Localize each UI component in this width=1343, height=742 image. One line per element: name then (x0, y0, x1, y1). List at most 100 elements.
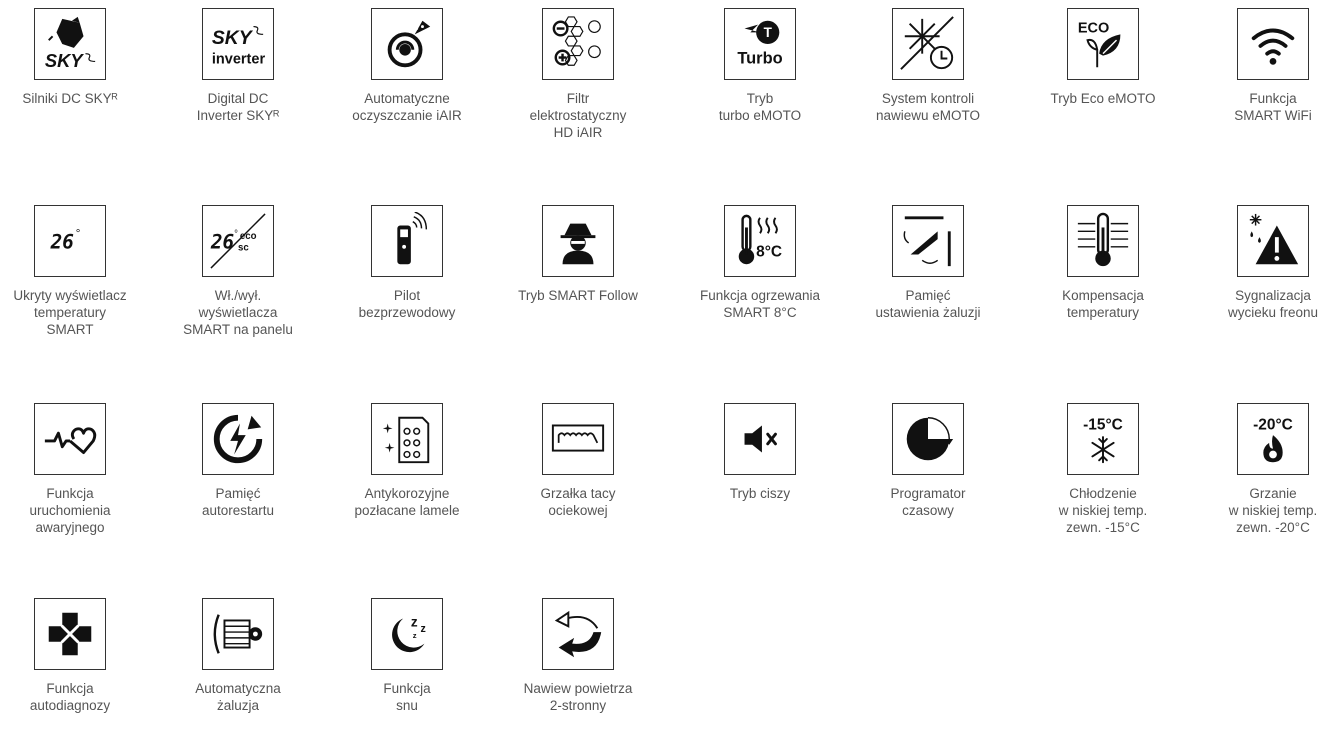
feature-tile: Funkcja uruchomienia awaryjnego (0, 403, 140, 536)
feature-icon-box (892, 205, 964, 277)
feature-caption: Funkcja autodiagnozy (29, 681, 111, 713)
svg-text:ECO: ECO (1078, 20, 1109, 36)
sky-dc-motor-icon: SKY (45, 16, 96, 71)
sky-logo-text: SKY (45, 50, 85, 71)
svg-text:8°C: 8°C (756, 243, 782, 260)
airflow-control-icon (900, 16, 954, 70)
feature-icon-box: -20°C (1237, 403, 1309, 475)
feature-tile: SKY Silniki DC SKYᴿ (0, 8, 140, 107)
feature-icon-box (371, 8, 443, 80)
feature-tile: Nawiew powietrza 2-stronny (508, 598, 648, 714)
auto-louver-icon (213, 614, 263, 654)
svg-text:inverter: inverter (212, 51, 266, 67)
feature-icon-box (724, 403, 796, 475)
feature-icon-box: SKY inverter (202, 8, 274, 80)
feature-tile: T Turbo Tryb turbo eMOTO (690, 8, 830, 124)
svg-text:z: z (411, 614, 418, 629)
svg-text:-20°C: -20°C (1253, 416, 1293, 433)
feature-tile: 8°C Funkcja ogrzewania SMART 8°C (690, 205, 830, 321)
feature-icon-box (542, 598, 614, 670)
svg-text:z: z (413, 631, 417, 640)
sleep-moon-icon: z z z (392, 614, 426, 653)
flame-low-temp-icon: -20°C (1253, 416, 1293, 463)
feature-tile: Pilot bezprzewodowy (337, 205, 477, 321)
feature-icon-box (892, 8, 964, 80)
electrostatic-filter-icon (552, 16, 601, 66)
feature-tile: -15°C Chłodzenie w niskiej temp. zewn. -… (1033, 403, 1173, 536)
feature-icon-box: z z z (371, 598, 443, 670)
heartbeat-icon (44, 427, 97, 454)
feature-caption: Tryb turbo eMOTO (718, 91, 802, 123)
feature-icon-box (34, 598, 106, 670)
svg-text:-15°C: -15°C (1083, 416, 1123, 433)
feature-tile: Pamięć ustawienia żaluzji (858, 205, 998, 321)
feature-icon-box: 26 ° eco sc (202, 205, 274, 277)
feature-tile: Antykorozyjne pozłacane lamele (337, 403, 477, 519)
svg-text:°: ° (234, 229, 238, 240)
self-diagnosis-icon (48, 612, 92, 656)
freon-leak-warning-icon (1249, 213, 1299, 265)
snowflake-low-temp-icon: -15°C (1083, 416, 1123, 464)
feature-tile: Automatyczne oczyszczanie iAIR (337, 8, 477, 124)
feature-icon-box: SKY (34, 8, 106, 80)
feature-icon-box: ECO (1067, 8, 1139, 80)
heating-8c-icon: 8°C (738, 214, 782, 265)
feature-icon-box (34, 403, 106, 475)
feature-tile: Funkcja SMART WiFi (1203, 8, 1343, 124)
feature-icon-box: 26 ° (34, 205, 106, 277)
feature-caption: Funkcja snu (383, 681, 431, 713)
remote-control-icon (397, 212, 428, 265)
feature-caption: Kompensacja temperatury (1062, 288, 1144, 320)
feature-tile: 26 ° Ukryty wyświetlacz temperatury SMAR… (0, 205, 140, 338)
feature-tile: Pamięć autorestartu (168, 403, 308, 519)
feature-tile: Tryb SMART Follow (508, 205, 648, 304)
iair-auto-clean-icon (387, 20, 431, 68)
timer-icon (906, 417, 954, 461)
feature-caption: Pilot bezprzewodowy (358, 288, 456, 320)
feature-caption: Digital DC Inverter SKYᴿ (196, 91, 280, 123)
feature-icon-box (542, 8, 614, 80)
feature-caption: Wł./wył. wyświetlacza SMART na panelu (183, 288, 293, 337)
feature-icon-box (542, 403, 614, 475)
feature-icon-box (1237, 205, 1309, 277)
feature-caption: Antykorozyjne pozłacane lamele (354, 486, 460, 518)
feature-icon-box (542, 205, 614, 277)
feature-tile: Programator czasowy (858, 403, 998, 519)
feature-tile: ECO Tryb Eco eMOTO (1033, 8, 1173, 107)
feature-icon-box (202, 598, 274, 670)
svg-text:26: 26 (210, 231, 235, 254)
feature-icon-box: -15°C (1067, 403, 1139, 475)
feature-icon-box (892, 403, 964, 475)
feature-caption: Filtr elektrostatyczny HD iAIR (529, 91, 627, 140)
feature-caption: Grzałka tacy ociekowej (540, 486, 616, 518)
feature-caption: Pamięć autorestartu (201, 486, 275, 518)
feature-icon-box (202, 403, 274, 475)
feature-caption: Automatyczna żaluzja (195, 681, 281, 713)
louver-memory-icon (903, 216, 951, 267)
feature-icon-box (1067, 205, 1139, 277)
svg-text:z: z (421, 623, 426, 635)
svg-text:°: ° (76, 227, 81, 240)
feature-tile: Tryb ciszy (690, 403, 830, 502)
feature-caption: Programator czasowy (890, 486, 966, 518)
eco-leaf-icon: ECO (1078, 20, 1121, 68)
feature-tile: SKY inverter Digital DC Inverter SKYᴿ (168, 8, 308, 124)
display-toggle-icon: 26 ° eco sc (210, 213, 266, 269)
feature-caption: Chłodzenie w niskiej temp. zewn. -15°C (1058, 486, 1148, 535)
svg-text:sc: sc (238, 243, 249, 254)
feature-caption: Grzanie w niskiej temp. zewn. -20°C (1228, 486, 1318, 535)
drain-heater-icon (551, 424, 605, 452)
feature-caption: Tryb SMART Follow (518, 288, 638, 303)
hidden-display-icon: 26 ° (50, 227, 81, 254)
sky-inverter-icon: SKY inverter (212, 26, 266, 67)
feature-icon-box (1237, 8, 1309, 80)
feature-caption: Ukryty wyświetlacz temperatury SMART (13, 288, 127, 337)
feature-tile: System kontroli nawiewu eMOTO (858, 8, 998, 124)
svg-text:T: T (764, 25, 773, 40)
mute-icon (744, 425, 777, 453)
smart-follow-icon (560, 223, 596, 265)
two-way-airflow-icon (554, 610, 602, 658)
feature-tile: 26 ° eco sc Wł./wył. wyświetlacza SMART … (168, 205, 308, 338)
feature-caption: Tryb Eco eMOTO (1050, 91, 1156, 106)
feature-icon-box: T Turbo (724, 8, 796, 80)
